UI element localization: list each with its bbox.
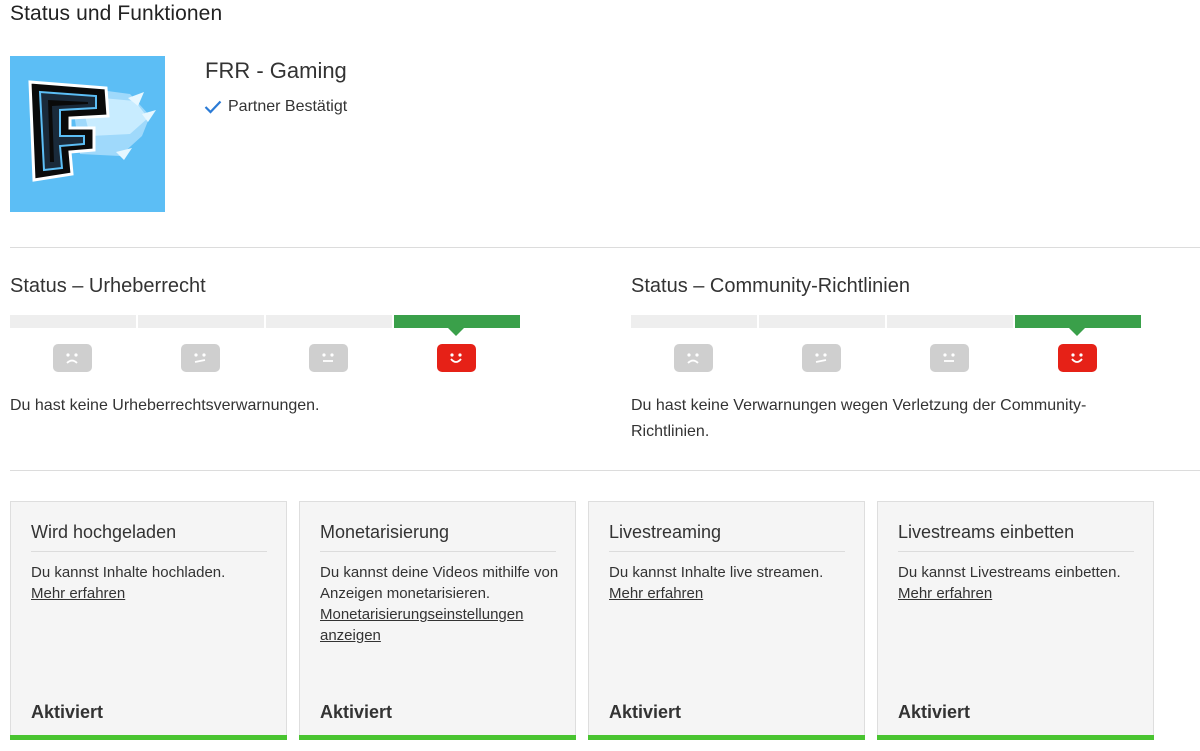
card-text: Du kannst Livestreams einbetten.	[898, 564, 1121, 581]
copyright-faces	[8, 344, 520, 372]
status-segment	[138, 315, 264, 328]
neutral-face-icon	[929, 344, 969, 372]
card-status: Aktiviert	[31, 702, 104, 722]
page-title: Status und Funktionen	[10, 2, 223, 25]
status-segment-active	[1015, 315, 1141, 336]
sad-face-icon	[673, 344, 713, 372]
status-segment	[887, 315, 1013, 328]
card-text: Du kannst Inhalte live streamen.	[609, 564, 824, 581]
learn-more-link[interactable]: Mehr erfahren	[31, 585, 125, 602]
learn-more-link[interactable]: Mehr erfahren	[609, 585, 703, 602]
divider	[10, 247, 1200, 248]
neutral-face-icon	[180, 344, 220, 372]
divider	[10, 470, 1200, 471]
partner-status: Partner Bestätigt	[204, 98, 347, 116]
card-text: Du kannst Inhalte hochladen.	[31, 564, 226, 581]
happy-face-icon	[436, 344, 476, 372]
copyright-status-message: Du hast keine Urheberrechtsverwarnungen.	[10, 397, 320, 414]
status-segment	[759, 315, 885, 328]
card-title: Livestreaming	[609, 522, 722, 542]
feature-card-upload: Wird hochgeladen Du kannst Inhalte hochl…	[10, 501, 287, 740]
channel-avatar[interactable]	[10, 56, 165, 212]
learn-more-link[interactable]: Mehr erfahren	[898, 585, 992, 602]
copyright-status-bar	[10, 315, 520, 336]
feature-card-livestreaming: Livestreaming Du kannst Inhalte live str…	[588, 501, 865, 740]
checkmark-icon	[204, 100, 222, 114]
channel-name: FRR - Gaming	[205, 58, 347, 83]
community-status-message: Du hast keine Verwarnungen wegen Verletz…	[631, 393, 1191, 445]
card-title: Livestreams einbetten	[898, 522, 1075, 542]
card-body: Du kannst Inhalte live streamen. Mehr er…	[609, 562, 849, 604]
monetization-settings-link[interactable]: Monetarisierungseinstellungen anzeigen	[320, 606, 523, 644]
neutral-face-icon	[801, 344, 841, 372]
community-status-title: Status – Community-Richtlinien	[631, 275, 910, 297]
status-segment	[10, 315, 136, 328]
card-divider	[609, 551, 845, 552]
card-title: Monetarisierung	[320, 522, 450, 542]
card-status: Aktiviert	[898, 702, 971, 722]
card-body: Du kannst deine Videos mithilfe von Anze…	[320, 562, 560, 646]
neutral-face-icon	[308, 344, 348, 372]
card-text: Du kannst deine Videos mithilfe von Anze…	[320, 564, 559, 602]
card-status: Aktiviert	[320, 702, 393, 722]
card-title: Wird hochgeladen	[31, 522, 177, 542]
happy-face-icon	[1057, 344, 1097, 372]
copyright-status-title: Status – Urheberrecht	[10, 275, 206, 297]
card-divider	[898, 551, 1134, 552]
community-status-bar	[631, 315, 1141, 336]
feature-card-monetization: Monetarisierung Du kannst deine Videos m…	[299, 501, 576, 740]
card-body: Du kannst Inhalte hochladen. Mehr erfahr…	[31, 562, 271, 604]
sad-face-icon	[52, 344, 92, 372]
frr-gaming-logo-icon	[10, 56, 165, 212]
status-segment-active	[394, 315, 520, 336]
community-message-line: Richtlinien.	[631, 423, 710, 440]
community-faces	[629, 344, 1141, 372]
card-status: Aktiviert	[609, 702, 682, 722]
partner-label: Partner Bestätigt	[228, 98, 348, 115]
community-message-line: Du hast keine Verwarnungen wegen Verletz…	[631, 397, 1087, 414]
card-body: Du kannst Livestreams einbetten. Mehr er…	[898, 562, 1138, 604]
feature-card-embed-livestreams: Livestreams einbetten Du kannst Livestre…	[877, 501, 1154, 740]
card-divider	[320, 551, 556, 552]
card-divider	[31, 551, 267, 552]
status-segment	[266, 315, 392, 328]
status-segment	[631, 315, 757, 328]
feature-cards: Wird hochgeladen Du kannst Inhalte hochl…	[10, 501, 1154, 740]
